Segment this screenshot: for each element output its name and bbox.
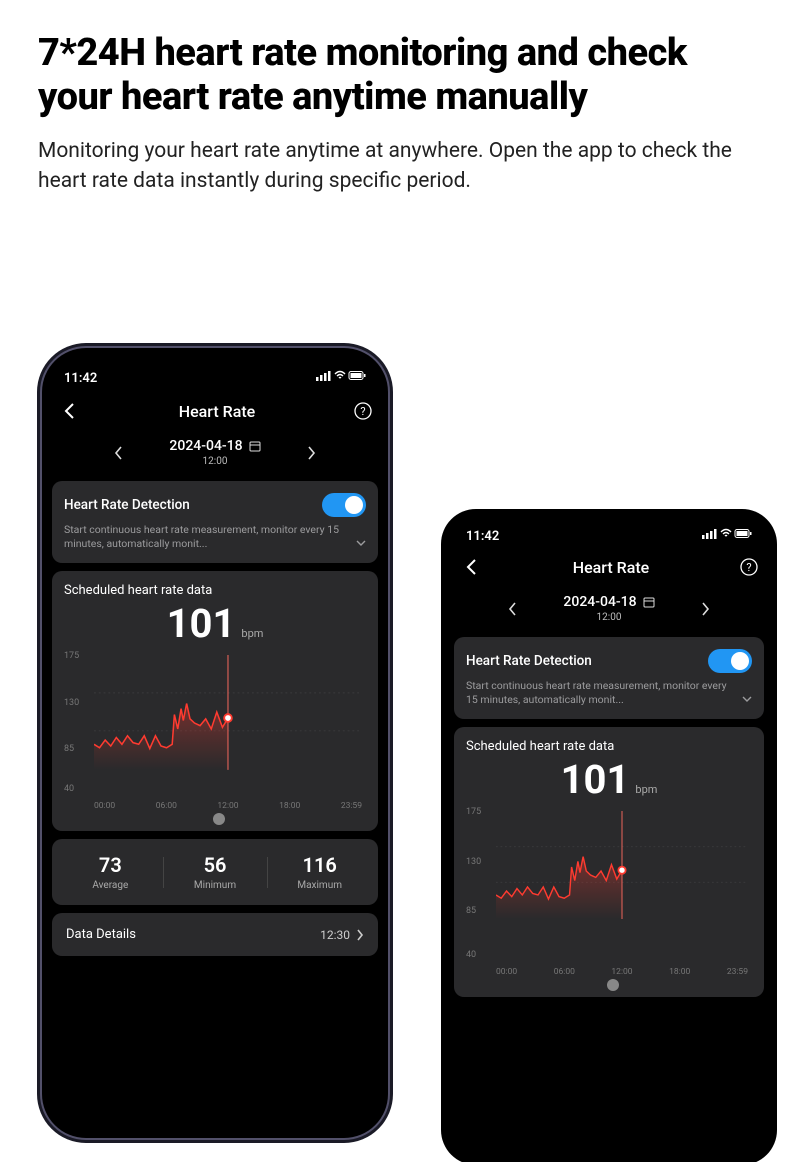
xtick: 23:59 [341,801,362,811]
xtick: 18:00 [279,801,300,811]
help-button[interactable]: ? [354,402,372,420]
date-display[interactable]: 2024-04-18 12:00 [563,594,654,623]
date-next-button[interactable] [301,442,323,464]
back-button[interactable] [58,400,80,422]
time-slider[interactable] [94,813,336,827]
slider-knob[interactable] [607,979,619,991]
page-title: Heart Rate [573,558,650,577]
xtick: 12:00 [217,801,238,811]
xtick: 06:00 [156,801,177,811]
phone-primary: 11:42 Heart Rate ? 2024-04-18 12:00 [42,348,388,1138]
page-title: Heart Rate [179,402,256,421]
ytick: 175 [64,651,79,661]
date-display[interactable]: 2024-04-18 12:00 [169,438,260,467]
hero-subtitle: Monitoring your heart rate anytime at an… [38,137,762,196]
date-text: 2024-04-18 [169,438,242,454]
detection-title: Heart Rate Detection [64,497,190,513]
date-prev-button[interactable] [501,598,523,620]
xaxis: 00:00 06:00 12:00 18:00 23:59 [466,957,752,977]
xtick: 23:59 [727,967,748,977]
date-prev-button[interactable] [107,442,129,464]
detection-card: Heart Rate Detection Start continuous he… [52,481,378,563]
nav-bar: Heart Rate ? [42,394,388,430]
svg-text:?: ? [360,405,365,418]
slider-knob[interactable] [213,813,225,825]
data-details-label: Data Details [66,927,136,942]
calendar-icon [643,596,655,608]
ytick: 40 [466,950,476,960]
chart-svg [94,655,362,770]
date-selector: 2024-04-18 12:00 [444,586,774,629]
phones-container: 11:42 Heart Rate ? 2024-04-18 12:00 [0,348,800,1148]
data-details-row[interactable]: Data Details 12:30 [52,913,378,956]
stat-average: 73 Average [58,853,163,891]
ytick: 40 [64,784,74,794]
chart-card: Scheduled heart rate data 101 bpm 175 13… [52,571,378,831]
chart-card: Scheduled heart rate data 101 bpm 175 13… [454,727,764,997]
nav-bar: Heart Rate ? [444,550,774,586]
xtick: 00:00 [94,801,115,811]
chevron-down-icon [356,537,366,551]
stat-maximum: 116 Maximum [267,853,372,891]
chart-current-value: 101 [167,600,236,647]
svg-text:?: ? [746,561,751,574]
date-selector: 2024-04-18 12:00 [42,430,388,473]
detection-description[interactable]: Start continuous heart rate measurement,… [64,523,366,551]
detection-title: Heart Rate Detection [466,653,592,669]
help-button[interactable]: ? [740,558,758,576]
chart-unit: bpm [241,627,263,640]
chart-title: Scheduled heart rate data [466,739,752,754]
date-next-button[interactable] [695,598,717,620]
detection-description[interactable]: Start continuous heart rate measurement,… [466,679,752,707]
chart-area[interactable]: 175 130 85 40 [466,807,752,957]
ytick: 175 [466,807,481,817]
status-icons [702,528,752,544]
status-time: 11:42 [466,529,499,544]
chart-title: Scheduled heart rate data [64,583,366,598]
chevron-right-icon [356,929,364,941]
detection-toggle[interactable] [708,649,752,673]
chart-current: 101 bpm [466,756,752,803]
ytick: 85 [64,744,74,754]
ytick: 130 [64,698,79,708]
phone-secondary: 11:42 Heart Rate ? 2024-04-18 12:00 [444,512,774,1162]
xtick: 12:00 [611,967,632,977]
hero-title: 7*24H heart rate monitoring and check yo… [38,32,762,119]
chart-current-value: 101 [561,756,630,803]
ytick: 85 [466,906,476,916]
stat-minimum: 56 Minimum [163,853,268,891]
xtick: 00:00 [496,967,517,977]
chevron-down-icon [742,693,752,707]
chart-svg [496,811,748,919]
back-button[interactable] [460,556,482,578]
chart-current: 101 bpm [64,600,366,647]
status-bar: 11:42 [444,512,774,550]
status-time: 11:42 [64,371,97,386]
xtick: 06:00 [554,967,575,977]
ytick: 130 [466,857,481,867]
date-time: 12:00 [169,456,260,467]
xaxis: 00:00 06:00 12:00 18:00 23:59 [64,791,366,811]
notch [140,348,290,374]
status-icons [316,370,366,386]
data-details-time: 12:30 [320,928,350,942]
detection-toggle[interactable] [322,493,366,517]
detection-card: Heart Rate Detection Start continuous he… [454,637,764,719]
chart-unit: bpm [635,783,657,796]
chart-area[interactable]: 175 130 85 40 [64,651,366,791]
xtick: 18:00 [669,967,690,977]
stats-card: 73 Average 56 Minimum 116 Maximum [52,839,378,905]
calendar-icon [249,440,261,452]
time-slider[interactable] [496,979,722,993]
